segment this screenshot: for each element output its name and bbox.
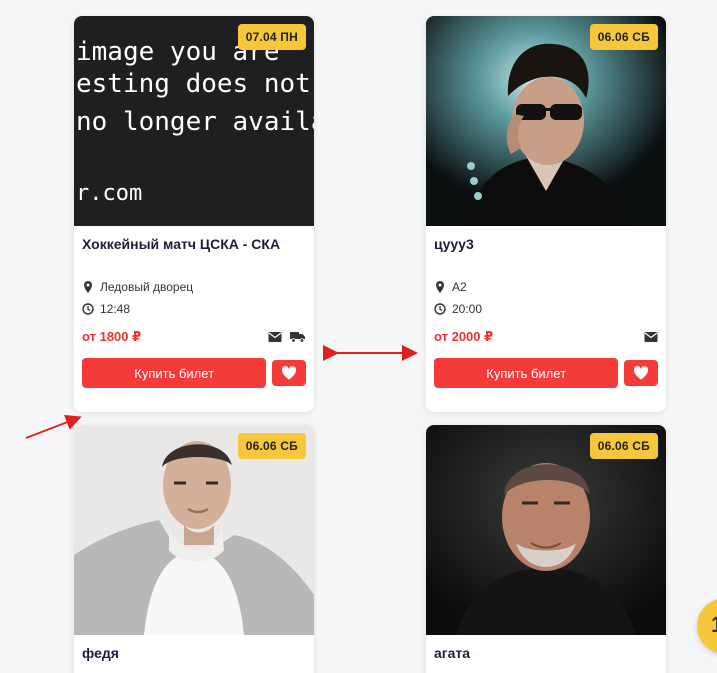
event-title[interactable]: цууу3 xyxy=(434,236,658,276)
placeholder-line-3: no longer availa xyxy=(76,107,314,137)
time-row: 12:48 xyxy=(82,298,306,320)
date-badge: 06.06 СБ xyxy=(589,433,658,459)
clock-icon xyxy=(82,303,94,315)
event-card[interactable]: 06.06 СБ цууу3 А2 20:00 от 2000 ₽ Купить… xyxy=(426,16,666,412)
event-title[interactable]: агата xyxy=(434,645,658,673)
clock-icon xyxy=(434,303,446,315)
date-badge: 07.04 ПН xyxy=(237,24,306,50)
price: от 2000 ₽ xyxy=(434,329,494,344)
favorite-button[interactable] xyxy=(624,360,658,386)
floating-action-button[interactable]: 1 xyxy=(697,598,717,654)
placeholder-line-2: esting does not xyxy=(76,69,311,99)
venue-name: А2 xyxy=(452,280,467,294)
venue-row: Ледовый дворец xyxy=(82,276,306,298)
event-image[interactable]: image you are esting does not no longer … xyxy=(74,16,314,226)
event-title[interactable]: федя xyxy=(82,645,306,673)
truck-icon xyxy=(290,332,305,343)
events-page: image you are esting does not no longer … xyxy=(0,0,717,673)
event-title[interactable]: Хоккейный матч ЦСКА - СКА xyxy=(82,236,306,276)
time-row: 20:00 xyxy=(434,298,658,320)
event-card[interactable]: 06.06 СБ федя xyxy=(74,425,314,673)
event-time: 12:48 xyxy=(100,302,131,316)
date-badge: 06.06 СБ xyxy=(589,24,658,50)
buy-ticket-button[interactable]: Купить билет xyxy=(434,358,619,388)
event-card[interactable]: image you are esting does not no longer … xyxy=(74,16,314,412)
event-image[interactable]: 06.06 СБ xyxy=(426,425,666,635)
event-time: 20:00 xyxy=(452,302,483,316)
fab-glyph: 1 xyxy=(711,612,717,638)
price: от 1800 ₽ xyxy=(82,329,142,344)
buy-ticket-button[interactable]: Купить билет xyxy=(82,358,267,388)
event-image[interactable]: 06.06 СБ xyxy=(74,425,314,635)
placeholder-line-4: r.com xyxy=(76,181,142,206)
envelope-icon xyxy=(268,332,282,342)
date-badge: 06.06 СБ xyxy=(237,433,306,459)
event-image[interactable]: 06.06 СБ xyxy=(426,16,666,226)
envelope-icon xyxy=(644,332,658,342)
event-card[interactable]: 06.06 СБ агата xyxy=(426,425,666,673)
favorite-button[interactable] xyxy=(272,360,306,386)
venue-row: А2 xyxy=(434,276,658,298)
heart-icon xyxy=(282,366,297,380)
venue-name: Ледовый дворец xyxy=(100,280,194,294)
heart-icon xyxy=(634,366,649,380)
location-pin-icon xyxy=(84,281,92,293)
annotation-arrow-diagonal xyxy=(25,414,82,439)
location-pin-icon xyxy=(436,281,444,293)
